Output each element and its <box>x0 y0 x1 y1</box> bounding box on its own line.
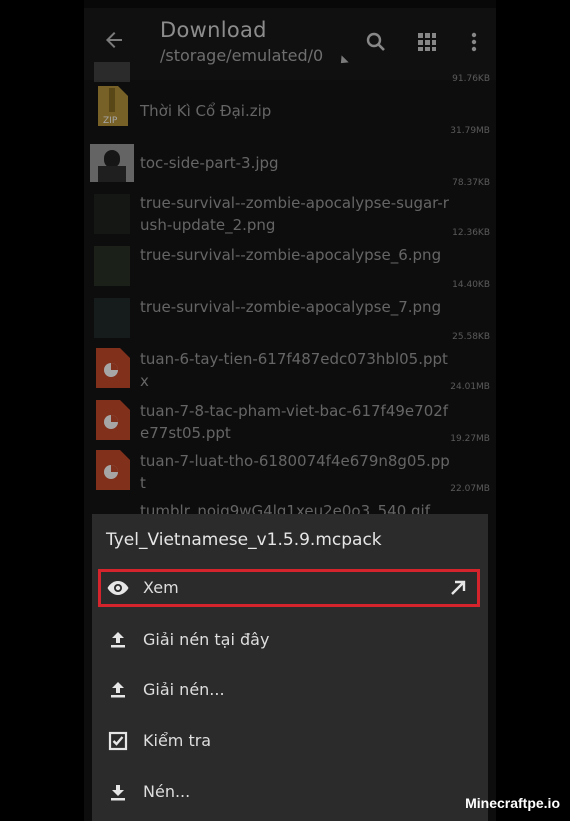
watermark: Minecraftpe.io <box>465 795 560 811</box>
menu-item-extract[interactable]: Giải nén... <box>92 668 488 712</box>
menu-item-test[interactable]: Kiểm tra <box>92 719 488 763</box>
upload-icon <box>111 632 125 648</box>
checkbox-icon <box>108 731 128 751</box>
sheet-title: Tyel_Vietnamese_v1.5.9.mcpack <box>106 530 382 550</box>
file-actions-sheet: Tyel_Vietnamese_v1.5.9.mcpack Xem Giải n… <box>92 514 488 821</box>
menu-item-label: Kiểm tra <box>143 731 212 750</box>
highlight-frame <box>98 569 480 607</box>
menu-item-extract-here[interactable]: Giải nén tại đây <box>92 618 488 662</box>
menu-item-compress[interactable]: Nén... <box>92 770 488 814</box>
upload-icon <box>111 682 125 698</box>
file-manager-screen: Download /storage/emulated/0 91.76KB ZIP… <box>84 0 496 821</box>
menu-item-label: Giải nén tại đây <box>143 630 270 649</box>
menu-item-label: Nén... <box>143 782 191 801</box>
menu-item-label: Giải nén... <box>143 680 225 699</box>
download-icon <box>111 785 125 801</box>
